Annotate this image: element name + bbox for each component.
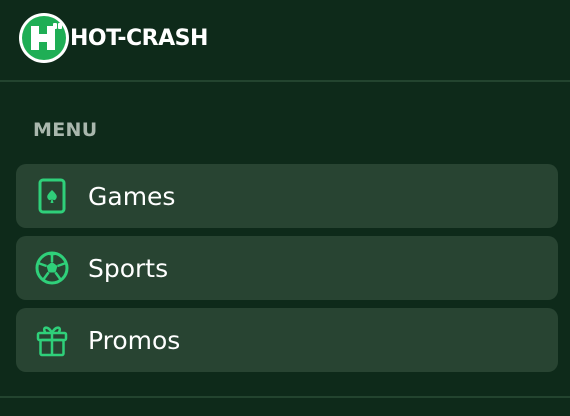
- menu-heading: MENU: [33, 119, 98, 141]
- menu-item-games[interactable]: Games: [16, 164, 558, 228]
- sidebar-menu: HOT-CRASH MENU Games Sports Promos: [0, 0, 570, 416]
- header: HOT-CRASH: [0, 0, 570, 82]
- menu-item-label: Games: [88, 181, 176, 211]
- soccer-ball-icon: [35, 251, 69, 285]
- brand-name: HOT-CRASH: [70, 25, 208, 51]
- logo-badge-icon: [19, 13, 69, 63]
- menu-item-promos[interactable]: Promos: [16, 308, 558, 372]
- card-icon: [38, 178, 66, 214]
- menu-item-sports[interactable]: Sports: [16, 236, 558, 300]
- menu-item-label: Sports: [88, 253, 169, 283]
- gift-icon: [36, 326, 68, 357]
- menu-item-label: Promos: [88, 325, 181, 355]
- brand-logo[interactable]: HOT-CRASH: [18, 11, 208, 65]
- divider: [0, 396, 570, 398]
